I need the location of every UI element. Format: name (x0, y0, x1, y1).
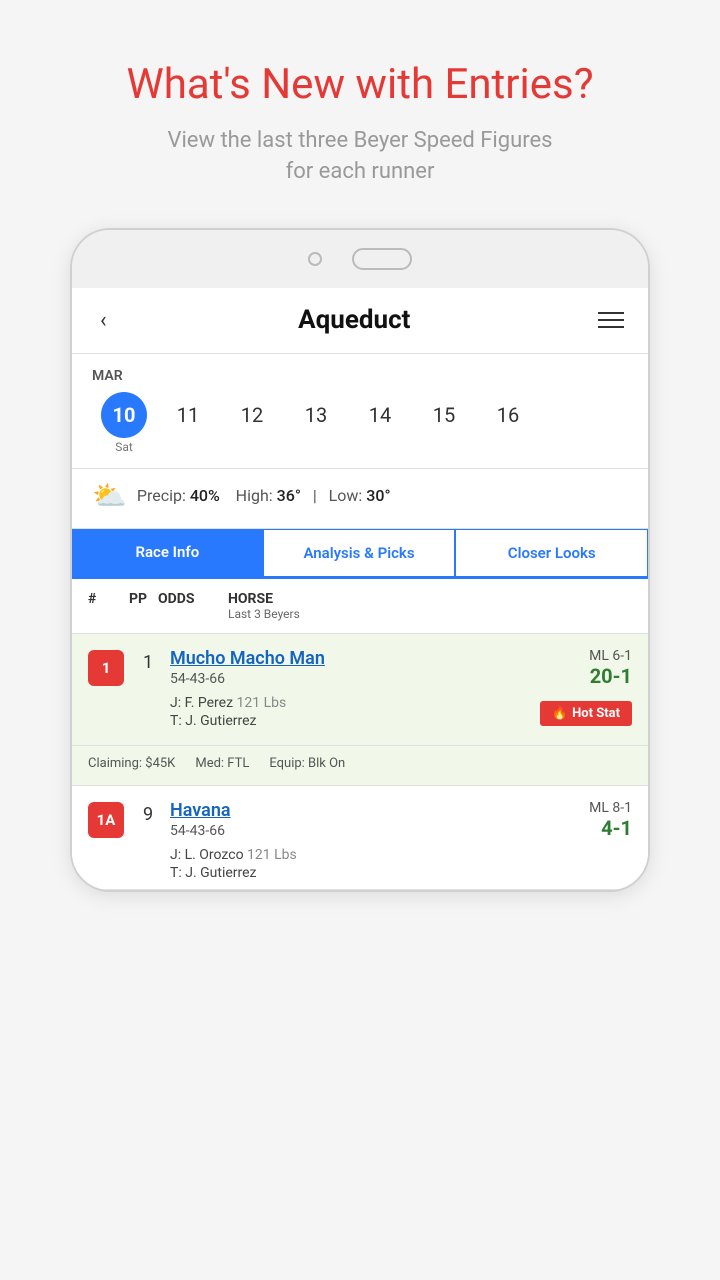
date-num-16: 16 (485, 392, 531, 438)
phone-top-bar (72, 230, 648, 288)
date-num-14: 14 (357, 392, 403, 438)
menu-button[interactable] (594, 308, 628, 332)
entry-med-1: Med: FTL (195, 756, 249, 771)
date-row: 10 Sat 11 12 13 14 (92, 392, 628, 454)
date-num-12: 12 (229, 392, 275, 438)
entry-row-2: 1A 9 Havana 54-43-66 ML 8-1 4-1 (72, 786, 648, 890)
table-header: # PP ODDS HORSE Last 3 Beyers (72, 579, 648, 634)
month-label: MAR (92, 368, 628, 384)
entry-ml-2: ML 8-1 (589, 800, 632, 816)
entry-trainer-1: T: J. Gutierrez (170, 713, 286, 729)
entry-beyers-2: 54-43-66 (170, 823, 231, 839)
app-header: ‹ Aqueduct (72, 288, 648, 354)
date-item-10[interactable]: 10 Sat (92, 392, 156, 454)
date-item-14[interactable]: 14 (348, 392, 412, 438)
date-item-15[interactable]: 15 (412, 392, 476, 438)
date-num-15: 15 (421, 392, 467, 438)
col-horse-sub-label: Last 3 Beyers (228, 607, 632, 621)
tab-race-info[interactable]: Race Info (72, 529, 263, 577)
entry-ml-1: ML 6-1 (589, 648, 632, 664)
entry-main-1: Mucho Macho Man 54-43-66 (170, 648, 325, 691)
low-label: Low: (329, 486, 367, 505)
entry-top-2: 1A 9 Havana 54-43-66 ML 8-1 4-1 (72, 786, 648, 889)
date-item-16[interactable]: 16 (476, 392, 540, 438)
page-header: What's New with Entries? View the last t… (0, 0, 720, 218)
page-subtitle: View the last three Beyer Speed Figuresf… (40, 126, 680, 188)
menu-icon-line2 (598, 319, 624, 321)
col-horse-label: HORSE (228, 591, 632, 607)
entry-jt-1: J: F. Perez 121 Lbs T: J. Gutierrez (170, 695, 286, 737)
col-header-pp: PP (118, 591, 158, 607)
tab-closer-looks[interactable]: Closer Looks (455, 529, 648, 577)
entry-equip-1: Equip: Blk On (269, 756, 345, 771)
weather-icon: ⛅ (92, 479, 127, 512)
tab-analysis-picks[interactable]: Analysis & Picks (263, 529, 456, 577)
high-label: High: (236, 486, 277, 505)
entry-beyers-1: 54-43-66 (170, 671, 325, 687)
weather-section: ⛅ Precip: 40% High: 36° | Low: 30° (72, 469, 648, 529)
entry-row-1: 1 1 Mucho Macho Man 54-43-66 ML 6-1 20-1 (72, 634, 648, 786)
low-value: 30° (366, 486, 390, 505)
entry-info-2: Havana 54-43-66 ML 8-1 4-1 J: L. Orozco (170, 800, 632, 889)
phone-speaker (352, 248, 412, 270)
entry-claiming-1: Claiming: $45K (88, 756, 175, 771)
tabs-section: Race Info Analysis & Picks Closer Looks (72, 529, 648, 579)
date-num-10: 10 (101, 392, 147, 438)
entry-jockey-2: J: L. Orozco 121 Lbs (170, 847, 632, 863)
entry-odds-col-1: ML 6-1 20-1 (589, 648, 632, 688)
precip-label: Precip: (137, 486, 190, 505)
entry-odds-1: 20-1 (589, 664, 632, 688)
entry-name-2[interactable]: Havana (170, 800, 231, 821)
weather-text: Precip: 40% High: 36° | Low: 30° (137, 486, 391, 505)
entry-badge-1: 1 (88, 650, 124, 686)
date-item-11[interactable]: 11 (156, 392, 220, 438)
col-header-horse: HORSE Last 3 Beyers (228, 591, 632, 621)
phone-mockup: ‹ Aqueduct MAR 10 Sat 11 (70, 228, 650, 892)
entry-trainer-2: T: J. Gutierrez (170, 865, 632, 881)
entry-badge-2: 1A (88, 802, 124, 838)
entry-name-1[interactable]: Mucho Macho Man (170, 648, 325, 669)
entry-details-1: Claiming: $45K Med: FTL Equip: Blk On (72, 745, 648, 785)
entry-pp-1: 1 (132, 648, 164, 673)
entry-jockey-1: J: F. Perez 121 Lbs (170, 695, 286, 711)
date-item-13[interactable]: 13 (284, 392, 348, 438)
entry-top-1: 1 1 Mucho Macho Man 54-43-66 ML 6-1 20-1 (72, 634, 648, 737)
front-camera (308, 252, 322, 266)
entry-pp-2: 9 (132, 800, 164, 825)
back-button[interactable]: ‹ (92, 304, 115, 337)
high-value: 36° (277, 486, 301, 505)
entry-odds-2: 4-1 (589, 816, 632, 840)
date-item-12[interactable]: 12 (220, 392, 284, 438)
col-header-odds: ODDS (158, 591, 228, 607)
date-section: MAR 10 Sat 11 12 13 (72, 354, 648, 469)
entry-odds-col-2: ML 8-1 4-1 (589, 800, 632, 840)
menu-icon-line1 (598, 312, 624, 314)
col-header-num: # (88, 591, 118, 607)
app-content: ‹ Aqueduct MAR 10 Sat 11 (72, 288, 648, 890)
precip-value: 40% (190, 486, 220, 505)
hot-stat-badge-1: 🔥 Hot Stat (540, 701, 632, 726)
date-num-13: 13 (293, 392, 339, 438)
menu-icon-line3 (598, 326, 624, 328)
date-num-11: 11 (165, 392, 211, 438)
date-day-10: Sat (115, 440, 133, 454)
page-title: What's New with Entries? (40, 60, 680, 110)
entry-info-1: Mucho Macho Man 54-43-66 ML 6-1 20-1 (170, 648, 632, 737)
venue-title: Aqueduct (298, 305, 410, 335)
entry-main-2: Havana 54-43-66 (170, 800, 231, 843)
